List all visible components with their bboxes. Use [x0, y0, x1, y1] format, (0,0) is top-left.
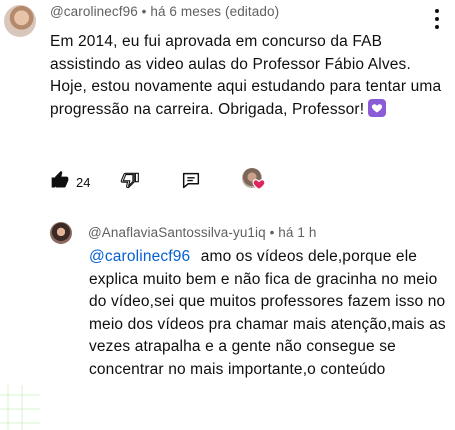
comment-text: Em 2014, eu fui aprovada em concurso da … — [50, 31, 445, 121]
reply-meta: @AnaflaviaSantossilva-yu1iq • há 1 h — [88, 225, 316, 240]
purple-heart-icon — [368, 98, 387, 117]
decorative-grid — [0, 385, 40, 430]
reply-text: @carolinecf96 amo os vídeos dele,porque … — [89, 246, 451, 382]
meta-separator: • — [141, 4, 147, 19]
reply-author[interactable]: @AnaflaviaSantossilva-yu1iq — [88, 225, 266, 240]
thumbs-down-icon — [120, 170, 140, 195]
comment-time[interactable]: há 6 meses (editado) — [150, 4, 279, 19]
mention-link[interactable]: @carolinecf96 — [89, 248, 190, 265]
like-count: 24 — [76, 175, 91, 190]
like-button[interactable]: 24 — [50, 170, 90, 195]
comment-author[interactable]: @carolinecf96 — [50, 4, 138, 19]
reply-button[interactable] — [180, 170, 202, 197]
reply-icon — [180, 170, 202, 197]
comment-meta: @carolinecf96 • há 6 meses (editado) — [50, 4, 279, 19]
reply-time[interactable]: há 1 h — [278, 225, 316, 240]
meta-separator: • — [269, 225, 275, 240]
thumbs-up-icon — [50, 170, 70, 195]
dislike-button[interactable] — [120, 170, 140, 195]
avatar[interactable] — [4, 5, 36, 37]
creator-heart-icon — [242, 168, 268, 194]
more-vert-icon[interactable] — [430, 9, 444, 29]
reply-body: amo os vídeos dele,porque ele explica mu… — [89, 248, 446, 378]
reply-avatar[interactable] — [50, 222, 72, 244]
